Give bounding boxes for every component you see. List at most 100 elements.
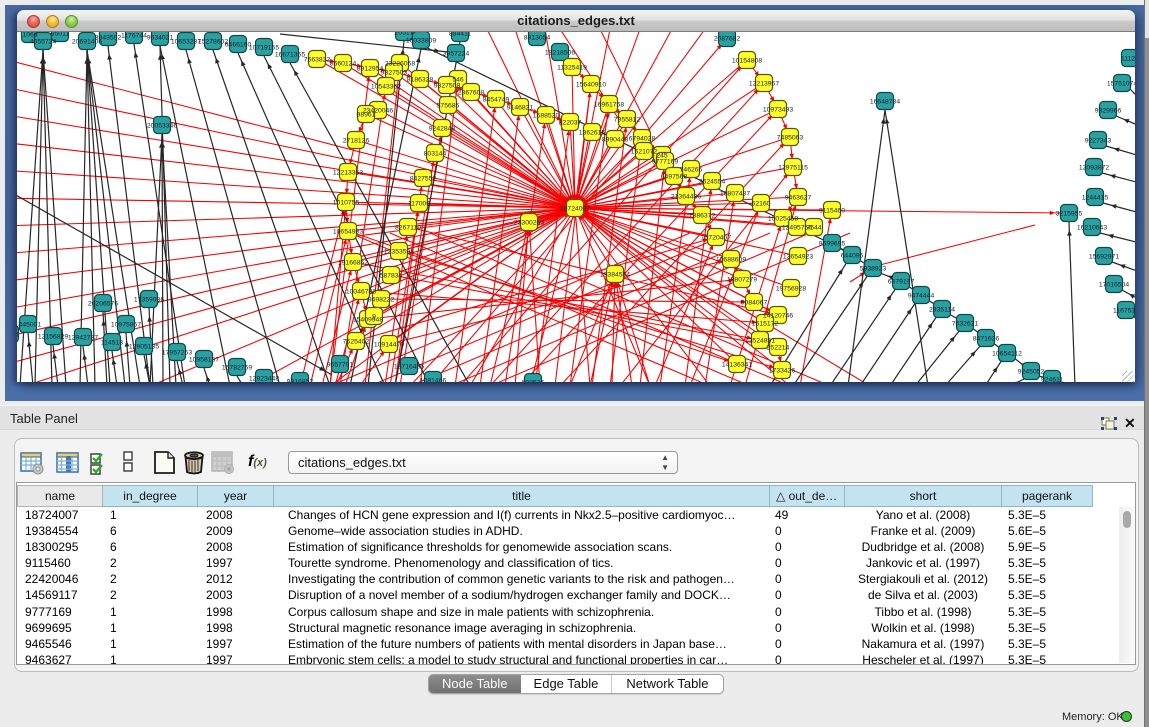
svg-text:7663822: 7663822 bbox=[304, 57, 331, 64]
svg-text:8660124: 8660124 bbox=[330, 61, 357, 68]
svg-text:6794028: 6794028 bbox=[629, 136, 656, 143]
svg-text:9474444: 9474444 bbox=[908, 293, 935, 300]
svg-text:9327508: 9327508 bbox=[434, 83, 461, 90]
svg-text:746266: 746266 bbox=[680, 167, 703, 174]
svg-text:10973493: 10973493 bbox=[763, 107, 793, 114]
svg-text:7485063: 7485063 bbox=[777, 135, 804, 142]
svg-text:10653287: 10653287 bbox=[171, 39, 201, 46]
svg-text:15692971: 15692971 bbox=[1089, 254, 1119, 261]
svg-text:252214: 252214 bbox=[767, 345, 790, 352]
svg-text:16210643: 16210643 bbox=[1077, 225, 1107, 232]
svg-text:19384554: 19384554 bbox=[600, 272, 630, 279]
svg-text:23226058: 23226058 bbox=[385, 61, 415, 68]
svg-text:98961: 98961 bbox=[357, 112, 376, 119]
svg-text:9146821: 9146821 bbox=[507, 105, 534, 112]
svg-text:1010755: 1010755 bbox=[333, 200, 360, 207]
svg-text:9316852: 9316852 bbox=[287, 379, 314, 383]
svg-text:9463627: 9463627 bbox=[785, 195, 812, 202]
svg-text:14120746: 14120746 bbox=[763, 313, 793, 320]
svg-text:12353594: 12353594 bbox=[384, 249, 414, 256]
svg-text:16033809: 16033809 bbox=[406, 38, 436, 45]
svg-text:2718126: 2718126 bbox=[343, 138, 370, 145]
svg-text:14136341: 14136341 bbox=[722, 362, 752, 369]
svg-text:9329966: 9329966 bbox=[1095, 108, 1122, 115]
svg-text:23300263: 23300263 bbox=[514, 220, 544, 227]
svg-text:2087682: 2087682 bbox=[714, 36, 741, 43]
svg-text:8813054: 8813054 bbox=[524, 35, 551, 42]
svg-text:1176744: 1176744 bbox=[121, 33, 147, 40]
svg-text:19218506: 19218506 bbox=[545, 50, 575, 57]
svg-text:1733426: 1733426 bbox=[769, 368, 796, 375]
svg-text:803144: 803144 bbox=[424, 151, 447, 158]
svg-text:10654112: 10654112 bbox=[992, 351, 1022, 358]
svg-text:20053346: 20053346 bbox=[147, 123, 177, 130]
svg-text:9699695: 9699695 bbox=[819, 241, 846, 248]
svg-text:6466160: 6466160 bbox=[225, 42, 252, 49]
svg-text:12942737: 12942737 bbox=[68, 335, 98, 342]
svg-text:18807279: 18807279 bbox=[727, 277, 757, 284]
svg-text:10975857: 10975857 bbox=[111, 322, 141, 329]
svg-text:822037: 822037 bbox=[559, 120, 582, 127]
svg-text:10958137: 10958137 bbox=[189, 357, 219, 364]
svg-text:9657791: 9657791 bbox=[327, 362, 354, 369]
svg-text:8454749: 8454749 bbox=[483, 97, 510, 104]
svg-text:9227343: 9227343 bbox=[1085, 138, 1112, 145]
svg-text:9: 9 bbox=[372, 314, 376, 321]
svg-text:12156829: 12156829 bbox=[38, 334, 68, 341]
svg-text:4055724: 4055724 bbox=[30, 39, 57, 46]
svg-text:2935114: 2935114 bbox=[929, 307, 955, 314]
svg-text:10046788: 10046788 bbox=[346, 289, 376, 296]
svg-text:15409948: 15409948 bbox=[353, 317, 383, 324]
svg-text:15751074: 15751074 bbox=[1107, 81, 1135, 88]
svg-text:8912954: 8912954 bbox=[357, 66, 384, 73]
svg-text:10154808: 10154808 bbox=[732, 58, 762, 65]
svg-text:15720407: 15720407 bbox=[701, 235, 731, 242]
svg-text:10543362: 10543362 bbox=[371, 84, 401, 91]
svg-text:10688609: 10688609 bbox=[716, 257, 746, 264]
svg-text:575685: 575685 bbox=[437, 103, 460, 110]
svg-text:62160: 62160 bbox=[752, 201, 771, 208]
svg-text:8427552: 8427552 bbox=[410, 176, 437, 183]
svg-text:20517: 20517 bbox=[395, 32, 414, 37]
svg-text:12093872: 12093872 bbox=[1079, 165, 1109, 172]
svg-text:9634021: 9634021 bbox=[147, 35, 174, 42]
svg-text:19166852: 19166852 bbox=[338, 260, 368, 267]
svg-text:10807487: 10807487 bbox=[720, 191, 750, 198]
svg-text:12975115: 12975115 bbox=[778, 165, 808, 172]
svg-text:18724007: 18724007 bbox=[560, 206, 590, 213]
svg-text:117006: 117006 bbox=[408, 201, 430, 208]
svg-text:11325419: 11325419 bbox=[557, 65, 587, 72]
svg-text:19756928: 19756928 bbox=[776, 286, 806, 293]
svg-text:6879197: 6879197 bbox=[888, 279, 915, 286]
svg-text:9498222: 9498222 bbox=[368, 297, 395, 304]
svg-text:11123: 11123 bbox=[1121, 56, 1135, 63]
svg-text:10719155: 10719155 bbox=[249, 45, 279, 52]
svg-text:884411: 884411 bbox=[449, 32, 471, 38]
svg-text:39151: 39151 bbox=[17, 332, 20, 339]
svg-text:7955812: 7955812 bbox=[614, 117, 641, 124]
svg-text:2367608: 2367608 bbox=[458, 90, 485, 97]
svg-text:13716485: 13716485 bbox=[394, 364, 424, 371]
svg-text:5938923: 5938923 bbox=[860, 266, 887, 273]
svg-text:7544: 7544 bbox=[806, 225, 821, 232]
svg-text:9777169: 9777169 bbox=[652, 159, 679, 166]
svg-text:95011: 95011 bbox=[51, 32, 70, 38]
svg-text:15278602: 15278602 bbox=[198, 39, 228, 46]
svg-text:587834: 587834 bbox=[380, 273, 403, 280]
svg-text:1167536: 1167536 bbox=[1113, 308, 1135, 315]
svg-text:3624554: 3624554 bbox=[699, 179, 726, 186]
svg-text:808526: 808526 bbox=[522, 380, 545, 383]
svg-text:10025458: 10025458 bbox=[768, 216, 798, 223]
svg-text:15640910: 15640910 bbox=[576, 82, 606, 89]
svg-text:1244415: 1244415 bbox=[1082, 195, 1109, 202]
svg-text:16961758: 16961758 bbox=[594, 102, 624, 109]
svg-text:13524851: 13524851 bbox=[745, 338, 775, 345]
svg-text:9327503: 9327503 bbox=[381, 70, 408, 77]
svg-text:10914479: 10914479 bbox=[374, 342, 404, 349]
svg-text:16671355: 16671355 bbox=[275, 52, 305, 59]
svg-text:13654923: 13654923 bbox=[783, 254, 813, 261]
svg-text:12923448: 12923448 bbox=[249, 376, 279, 383]
svg-text:8943502: 8943502 bbox=[95, 35, 122, 42]
svg-text:924611: 924611 bbox=[1041, 377, 1063, 383]
svg-text:17359936: 17359936 bbox=[134, 297, 164, 304]
